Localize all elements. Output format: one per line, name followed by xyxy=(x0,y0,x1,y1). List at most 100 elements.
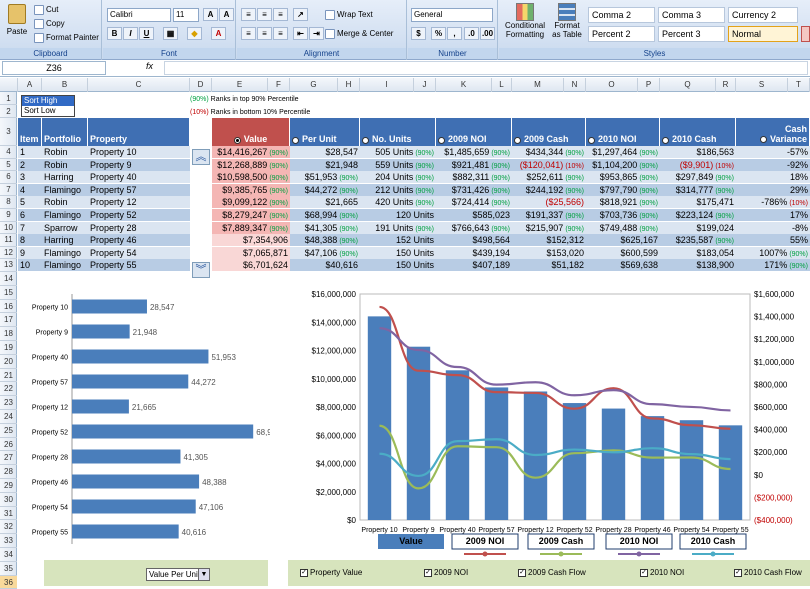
col-header[interactable]: R xyxy=(716,78,736,92)
value-bar[interactable] xyxy=(679,420,704,520)
font-color-icon[interactable]: A xyxy=(211,27,226,40)
col-header[interactable]: F xyxy=(268,78,290,92)
cell-value[interactable]: $9,099,122 (90%) xyxy=(212,196,290,209)
cell-noi09[interactable]: $766,643 (90%) xyxy=(436,222,512,234)
cell-pu[interactable]: $47,106 (90%) xyxy=(290,247,360,259)
bar[interactable] xyxy=(72,399,129,414)
cut-button[interactable]: Cut xyxy=(34,5,58,15)
cell-portfolio[interactable]: Robin xyxy=(42,146,88,158)
row-header[interactable]: 16 xyxy=(0,300,17,314)
increase-decimal-icon[interactable]: .0 xyxy=(464,27,479,40)
orientation-icon[interactable]: ↗ xyxy=(293,8,308,21)
row-header[interactable]: 5 xyxy=(0,159,17,172)
col-header[interactable]: K xyxy=(436,78,492,92)
value-bar[interactable] xyxy=(484,387,509,520)
bar[interactable] xyxy=(72,299,147,314)
bar[interactable] xyxy=(72,349,209,364)
cell-cv[interactable]: 1007% (90%) xyxy=(736,247,810,259)
cell-noi10[interactable]: $1,104,200 (90%) xyxy=(586,159,660,171)
col-header[interactable]: A xyxy=(18,78,42,92)
cell-property[interactable]: Property 46 xyxy=(88,234,190,246)
check-2009-cash[interactable]: ✓ 2009 Cash Flow xyxy=(518,568,586,577)
formula-input[interactable] xyxy=(164,61,808,75)
bar[interactable] xyxy=(72,499,196,514)
row-header[interactable]: 11 xyxy=(0,234,17,247)
cell-item[interactable]: 9 xyxy=(18,247,42,259)
sort-high-option[interactable]: Sort High xyxy=(22,96,74,106)
cell-cash10[interactable]: $223,124 (90%) xyxy=(660,209,736,221)
cell-cash09[interactable]: ($120,041) (10%) xyxy=(512,159,586,171)
cell-item[interactable]: 10 xyxy=(18,259,42,271)
metric-dropdown[interactable]: Value Per Unit ▼ xyxy=(146,568,210,581)
row-header[interactable]: 28 xyxy=(0,465,17,479)
header-value[interactable]: Value xyxy=(212,118,290,146)
cell-cv[interactable]: -8% xyxy=(736,222,810,234)
cell-pu[interactable]: $48,388 (90%) xyxy=(290,234,360,246)
cell-item[interactable]: 3 xyxy=(18,171,42,183)
col-header[interactable]: P xyxy=(638,78,660,92)
row-header[interactable]: 13 xyxy=(0,259,17,272)
cell-pu[interactable]: $41,305 (90%) xyxy=(290,222,360,234)
style-comma-2[interactable]: Comma 2 xyxy=(588,7,655,23)
fx-icon[interactable]: fx xyxy=(146,61,153,71)
col-header[interactable]: I xyxy=(360,78,414,92)
radio-cashvar-icon[interactable] xyxy=(759,136,767,144)
font-family-select[interactable]: Calibri xyxy=(107,8,171,22)
row-header[interactable]: 23 xyxy=(0,396,17,410)
row-header[interactable]: 12 xyxy=(0,247,17,260)
col-header[interactable]: N xyxy=(564,78,586,92)
cell-pu[interactable]: $68,994 (90%) xyxy=(290,209,360,221)
radio-cash09-icon[interactable] xyxy=(514,137,521,144)
row-header[interactable]: 33 xyxy=(0,534,17,548)
checkbox-icon[interactable]: ✓ xyxy=(640,568,648,577)
percent-icon[interactable]: % xyxy=(431,27,446,40)
checkbox-icon[interactable]: ✓ xyxy=(300,568,308,577)
row-header[interactable]: 10 xyxy=(0,222,17,235)
italic-button[interactable]: I xyxy=(123,27,138,40)
row-header[interactable]: 22 xyxy=(0,382,17,397)
sort-low-option[interactable]: Sort Low xyxy=(22,106,74,116)
decrease-indent-icon[interactable]: ⇤ xyxy=(293,27,308,40)
col-header[interactable]: C xyxy=(88,78,190,92)
series-line[interactable] xyxy=(379,327,731,412)
cell-item[interactable]: 2 xyxy=(18,159,42,171)
col-header[interactable]: O xyxy=(586,78,638,92)
scroll-down-button[interactable]: ︾ xyxy=(192,262,210,278)
cell-noi10[interactable]: $600,599 xyxy=(586,247,660,259)
copy-button[interactable]: Copy xyxy=(34,19,65,29)
row-header[interactable]: 8 xyxy=(0,196,17,209)
cell-cv[interactable]: 29% xyxy=(736,184,810,196)
row-header[interactable]: 4 xyxy=(0,146,17,159)
row-header[interactable]: 30 xyxy=(0,493,17,507)
col-header[interactable]: L xyxy=(492,78,512,92)
cell-portfolio[interactable]: Robin xyxy=(42,159,88,171)
value-bar[interactable] xyxy=(601,408,626,520)
cell-cash10[interactable]: $235,587 (90%) xyxy=(660,234,736,246)
cell-portfolio[interactable]: Flamingo xyxy=(42,184,88,196)
cell-pu[interactable]: $28,547 xyxy=(290,146,360,158)
bar[interactable] xyxy=(72,449,181,464)
bar[interactable] xyxy=(72,324,130,339)
cell-pu[interactable]: $44,272 (90%) xyxy=(290,184,360,196)
checkbox-icon[interactable]: ✓ xyxy=(734,568,742,577)
col-header[interactable]: T xyxy=(788,78,810,92)
row-header[interactable]: 34 xyxy=(0,548,17,562)
cell-property[interactable]: Property 40 xyxy=(88,171,190,183)
row-header[interactable]: 17 xyxy=(0,313,17,328)
cell-property[interactable]: Property 10 xyxy=(88,146,190,158)
cell-noi09[interactable]: $585,023 xyxy=(436,209,512,221)
legend-item[interactable]: 2009 NOI xyxy=(451,533,519,557)
header-units[interactable]: No. Units xyxy=(360,118,436,146)
currency-icon[interactable]: $ xyxy=(411,27,426,40)
cell-noi10[interactable]: $953,865 (90%) xyxy=(586,171,660,183)
value-bar[interactable] xyxy=(718,425,743,520)
cell-portfolio[interactable]: Robin xyxy=(42,196,88,208)
cell-noi09[interactable]: $498,564 xyxy=(436,234,512,246)
value-bar[interactable] xyxy=(640,416,665,520)
check-2009-noi[interactable]: ✓ 2009 NOI xyxy=(424,568,468,577)
value-bar[interactable] xyxy=(562,403,587,520)
row-header[interactable]: 21 xyxy=(0,369,17,383)
align-left-icon[interactable]: ≡ xyxy=(241,27,256,40)
format-painter-button[interactable]: Format Painter xyxy=(34,33,99,43)
cell-portfolio[interactable]: Flamingo xyxy=(42,259,88,271)
